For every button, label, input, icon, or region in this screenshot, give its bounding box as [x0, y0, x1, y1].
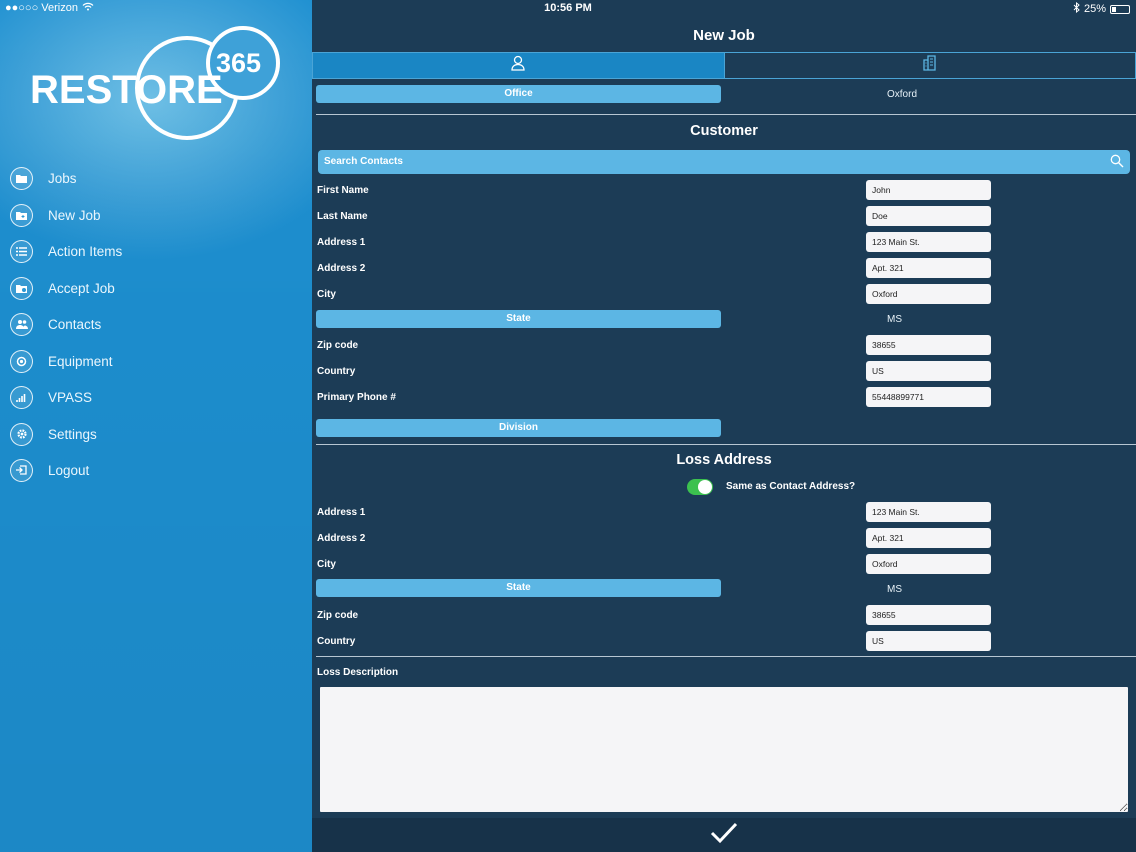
loss-address2-field[interactable]	[866, 528, 991, 548]
sidebar-item-label: Settings	[48, 426, 97, 442]
last-name-field[interactable]	[866, 206, 991, 226]
divider	[316, 656, 1136, 657]
loss-zip-code-field[interactable]	[866, 605, 991, 625]
loss-address1-label: Address 1	[317, 507, 366, 518]
divider	[316, 444, 1136, 445]
tab-property[interactable]	[723, 53, 1136, 78]
sidebar-item-action-items[interactable]: Action Items	[10, 236, 122, 266]
loss-city-label: City	[317, 559, 336, 570]
first-name-label: First Name	[317, 185, 369, 196]
equipment-icon	[10, 349, 33, 373]
loss-state-value: MS	[887, 584, 902, 595]
building-icon	[923, 55, 937, 76]
office-value: Oxford	[887, 89, 918, 100]
logo-text: RESTORE	[30, 68, 223, 112]
logo-number: 365	[216, 48, 262, 78]
country-label: Country	[317, 366, 356, 377]
status-right: 25%	[1073, 1, 1130, 16]
main-panel: New Job Office Oxford Customer Search Co…	[312, 0, 1136, 852]
restore365-logo: RESTORE 365	[30, 26, 290, 148]
accept-folder-icon	[10, 276, 33, 300]
state-value: MS	[887, 314, 902, 325]
sidebar-item-label: New Job	[48, 207, 101, 223]
search-contacts-bar[interactable]: Search Contacts	[318, 150, 1130, 174]
bar-chart-icon	[10, 385, 33, 409]
customer-section-title: Customer	[690, 123, 758, 139]
country-field[interactable]	[866, 361, 991, 381]
address1-field[interactable]	[866, 232, 991, 252]
contacts-icon	[10, 312, 33, 336]
logout-icon	[10, 458, 33, 482]
sidebar-item-label: Logout	[48, 462, 90, 478]
sidebar-item-label: VPASS	[48, 389, 93, 405]
list-icon	[10, 239, 33, 263]
primary-phone-field[interactable]	[866, 387, 991, 407]
sidebar-item-settings[interactable]: Settings	[10, 419, 97, 449]
loss-state-selector[interactable]: State	[316, 579, 721, 597]
loss-city-field[interactable]	[866, 554, 991, 574]
sidebar-item-accept-job[interactable]: Accept Job	[10, 273, 115, 303]
battery-level	[1112, 6, 1116, 12]
zip-code-field[interactable]	[866, 335, 991, 355]
address1-label: Address 1	[317, 237, 366, 248]
sidebar-item-label: Accept Job	[48, 280, 115, 296]
divider	[316, 114, 1136, 115]
sidebar-item-logout[interactable]: Logout	[10, 455, 89, 485]
loss-description-label: Loss Description	[317, 667, 399, 678]
tab-customer[interactable]	[313, 53, 724, 78]
same-as-contact-toggle[interactable]	[687, 479, 713, 495]
status-bar: ●●○○○ Verizon 10:56 PM 25%	[0, 0, 1136, 17]
loss-country-label: Country	[317, 636, 356, 647]
page-title: New Job	[693, 27, 755, 44]
battery-icon	[1110, 4, 1130, 14]
sidebar-item-contacts[interactable]: Contacts	[10, 309, 101, 339]
last-name-label: Last Name	[317, 211, 368, 222]
loss-country-field[interactable]	[866, 631, 991, 651]
tab-bar	[312, 52, 1136, 79]
loss-address2-label: Address 2	[317, 533, 366, 544]
sidebar-item-label: Equipment	[48, 353, 113, 369]
folder-icon	[10, 166, 33, 190]
city-field[interactable]	[866, 284, 991, 304]
loss-description-field[interactable]	[320, 687, 1128, 812]
loss-address1-field[interactable]	[866, 502, 991, 522]
first-name-field[interactable]	[866, 180, 991, 200]
sidebar: RESTORE 365 Jobs New Job Action Items Ac…	[0, 0, 312, 852]
loss-zip-code-label: Zip code	[317, 610, 359, 621]
same-as-contact-label: Same as Contact Address?	[726, 481, 856, 492]
address2-field[interactable]	[866, 258, 991, 278]
battery-percent: 25%	[1083, 3, 1106, 15]
sidebar-item-vpass[interactable]: VPASS	[10, 382, 92, 412]
person-icon	[511, 55, 525, 76]
checkmark-icon	[710, 822, 738, 848]
search-icon[interactable]	[1110, 154, 1124, 173]
status-time: 10:56 PM	[544, 2, 592, 14]
sidebar-item-equipment[interactable]: Equipment	[10, 346, 113, 376]
sidebar-item-jobs[interactable]: Jobs	[10, 163, 77, 193]
sidebar-item-label: Jobs	[48, 170, 77, 186]
sidebar-item-new-job[interactable]: New Job	[10, 200, 101, 230]
address2-label: Address 2	[317, 263, 366, 274]
sidebar-item-label: Action Items	[48, 243, 123, 259]
sidebar-item-label: Contacts	[48, 316, 102, 332]
new-folder-icon	[10, 203, 33, 227]
state-selector[interactable]: State	[316, 310, 721, 328]
office-selector[interactable]: Office	[316, 85, 721, 103]
gear-icon	[10, 422, 33, 446]
toggle-knob	[698, 480, 712, 494]
zip-code-label: Zip code	[317, 340, 359, 351]
loss-address-section-title: Loss Address	[676, 452, 772, 468]
primary-phone-label: Primary Phone #	[317, 392, 396, 403]
bluetooth-icon	[1073, 1, 1080, 16]
division-selector[interactable]: Division	[316, 419, 721, 437]
submit-button[interactable]	[710, 822, 738, 849]
bottom-toolbar	[312, 818, 1136, 852]
search-contacts-placeholder: Search Contacts	[324, 156, 403, 167]
city-label: City	[317, 289, 336, 300]
